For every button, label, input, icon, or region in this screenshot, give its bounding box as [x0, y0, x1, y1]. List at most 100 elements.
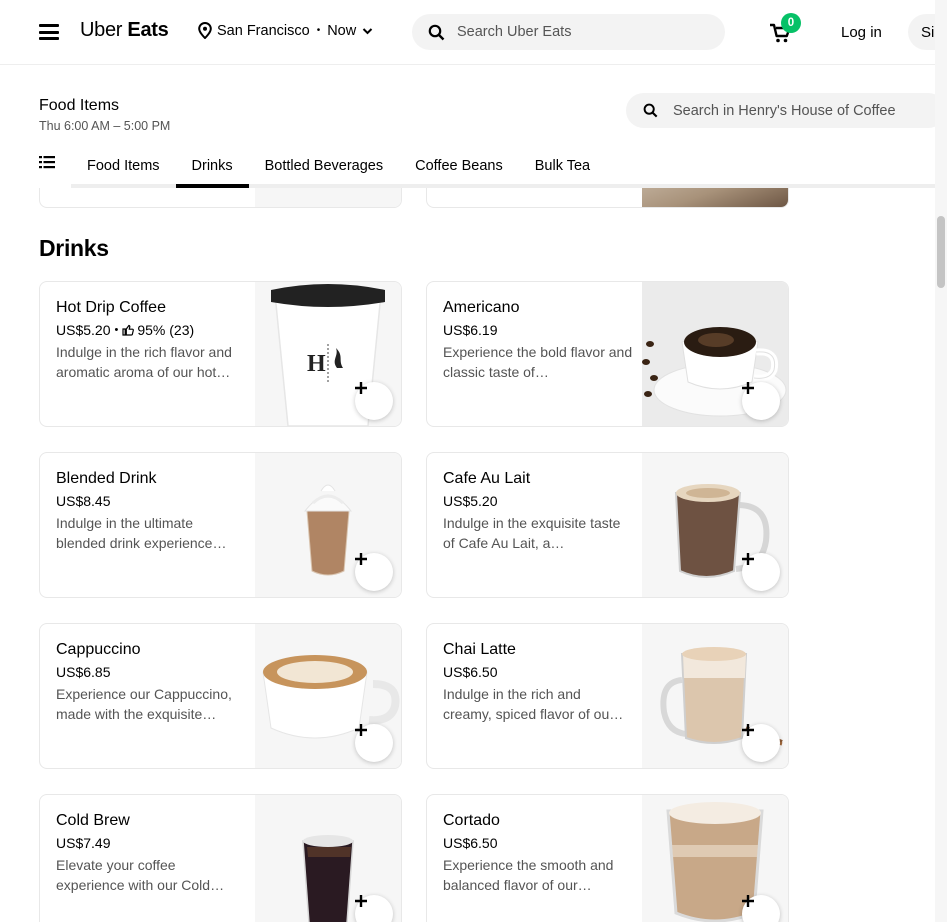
item-name: Cafe Au Lait	[443, 470, 531, 487]
item-price: US$6.85	[56, 664, 111, 680]
item-price: US$6.50	[443, 664, 498, 680]
previous-item-card[interactable]	[426, 188, 789, 208]
cart-count-badge: 0	[781, 13, 801, 33]
search-input[interactable]	[457, 24, 697, 40]
item-info: Cold Brew US$7.49 Elevate your coffee ex…	[56, 811, 246, 895]
vertical-scrollbar[interactable]	[935, 0, 947, 922]
plus-icon	[742, 895, 754, 907]
rating-separator: •	[114, 324, 119, 336]
item-rating: 95% (23)	[137, 322, 195, 338]
global-search[interactable]	[412, 14, 725, 50]
tab-drinks[interactable]: Drinks	[175, 144, 249, 188]
menu-title: Food Items	[39, 97, 120, 114]
thumbs-up-icon	[122, 324, 135, 336]
item-price: US$6.19	[443, 322, 498, 338]
menu-item-card[interactable]: Blended Drink US$8.45 Indulge in the ult…	[39, 452, 402, 598]
location-name: San Francisco	[217, 22, 310, 39]
item-description: Elevate your coffee experience with our …	[56, 857, 225, 893]
search-icon	[643, 103, 658, 118]
menu-hours: Thu 6:00 AM – 5:00 PM	[39, 119, 171, 133]
item-info: Blended Drink US$8.45 Indulge in the ult…	[56, 469, 246, 553]
menu-item-card[interactable]: Cold Brew US$7.49 Elevate your coffee ex…	[39, 794, 402, 922]
item-name: Cortado	[443, 812, 500, 829]
previous-item-card[interactable]	[39, 188, 402, 208]
cup-logo-text: H	[307, 351, 326, 377]
plus-icon	[355, 553, 367, 565]
menu-item-card[interactable]: Chai Latte US$6.50 Indulge in the rich a…	[426, 623, 789, 769]
item-price: US$6.50	[443, 835, 498, 851]
item-description: Experience the smooth and balanced flavo…	[443, 857, 614, 893]
item-image	[642, 624, 788, 768]
item-info: Americano US$6.19 Experience the bold fl…	[443, 298, 633, 382]
item-name: Blended Drink	[56, 470, 157, 487]
plus-icon	[355, 382, 367, 394]
page: Uber Eats San Francisco • Now 0 Log in S…	[0, 0, 947, 922]
tab-bottled-beverages[interactable]: Bottled Beverages	[249, 144, 400, 188]
chevron-down-icon	[363, 27, 373, 34]
add-to-cart-button[interactable]	[742, 724, 780, 762]
item-image	[255, 624, 401, 768]
uber-eats-logo[interactable]: Uber Eats	[80, 19, 169, 42]
top-header: Uber Eats San Francisco • Now 0 Log in S…	[0, 0, 947, 65]
item-image: H	[255, 282, 401, 426]
logo-text-uber: Uber	[80, 19, 123, 41]
tab-coffee-beans[interactable]: Coffee Beans	[399, 144, 519, 188]
item-image	[642, 795, 788, 922]
menu-item-card[interactable]: Hot Drip Coffee US$5.20 • 95% (23) Indul…	[39, 281, 402, 427]
store-search[interactable]	[626, 93, 946, 128]
scrollbar-thumb[interactable]	[937, 216, 945, 288]
tab-food-items[interactable]: Food Items	[71, 144, 176, 188]
item-price: US$7.49	[56, 835, 111, 851]
plus-icon	[355, 895, 367, 907]
location-selector[interactable]: San Francisco • Now	[198, 22, 378, 39]
delivery-time: Now	[327, 22, 357, 39]
section-title: Drinks	[39, 235, 109, 261]
store-search-input[interactable]	[673, 102, 933, 119]
location-pin-icon	[198, 22, 212, 39]
item-image	[255, 795, 401, 922]
plus-icon	[742, 553, 754, 565]
category-tabs: Food Items Drinks Bottled Beverages Coff…	[71, 144, 606, 188]
menu-item-card[interactable]: Cafe Au Lait US$5.20 Indulge in the exqu…	[426, 452, 789, 598]
add-to-cart-button[interactable]	[355, 553, 393, 591]
menu-content: Drinks Hot Drip Coffee US$5.20 • 95% (23…	[0, 188, 935, 922]
item-info: Cappuccino US$6.85 Experience our Cappuc…	[56, 640, 246, 724]
list-icon[interactable]	[39, 155, 55, 169]
item-info: Chai Latte US$6.50 Indulge in the rich a…	[443, 640, 633, 724]
menu-icon[interactable]	[39, 24, 59, 40]
item-description: Experience our Cappuccino, made with the…	[56, 686, 232, 722]
store-menu-header: Food Items Thu 6:00 AM – 5:00 PM Food It…	[0, 66, 946, 188]
item-description: Experience the bold flavor and classic t…	[443, 344, 633, 380]
plus-icon	[742, 382, 754, 394]
menu-item-card[interactable]: Americano US$6.19 Experience the bold fl…	[426, 281, 789, 427]
add-to-cart-button[interactable]	[742, 382, 780, 420]
item-image	[642, 282, 788, 426]
item-description: Indulge in the rich flavor and aromatic …	[56, 344, 232, 380]
tab-bulk-tea[interactable]: Bulk Tea	[519, 144, 606, 188]
add-to-cart-button[interactable]	[355, 382, 393, 420]
item-price: US$5.20	[56, 322, 111, 338]
add-to-cart-button[interactable]	[742, 553, 780, 591]
menu-item-card[interactable]: Cappuccino US$6.85 Experience our Cappuc…	[39, 623, 402, 769]
logo-text-eats: Eats	[127, 19, 169, 41]
plus-icon	[742, 724, 754, 736]
search-icon	[428, 24, 445, 40]
item-price: US$5.20	[443, 493, 498, 509]
item-info: Cortado US$6.50 Experience the smooth an…	[443, 811, 633, 895]
item-description: Indulge in the rich and creamy, spiced f…	[443, 686, 624, 722]
item-image	[642, 453, 788, 597]
login-button[interactable]: Log in	[828, 14, 895, 50]
menu-item-card[interactable]: Cortado US$6.50 Experience the smooth an…	[426, 794, 789, 922]
previous-item-image	[255, 188, 401, 207]
item-price-row: US$5.20 • 95% (23)	[56, 322, 246, 338]
add-to-cart-button[interactable]	[355, 724, 393, 762]
item-image	[255, 453, 401, 597]
plus-icon	[355, 724, 367, 736]
previous-item-image	[642, 188, 788, 207]
item-description: Indulge in the ultimate blended drink ex…	[56, 515, 227, 551]
item-info: Hot Drip Coffee US$5.20 • 95% (23) Indul…	[56, 298, 246, 382]
item-name: Hot Drip Coffee	[56, 299, 166, 316]
item-name: Cappuccino	[56, 641, 141, 658]
item-name: Americano	[443, 299, 520, 316]
location-separator: •	[316, 25, 321, 36]
